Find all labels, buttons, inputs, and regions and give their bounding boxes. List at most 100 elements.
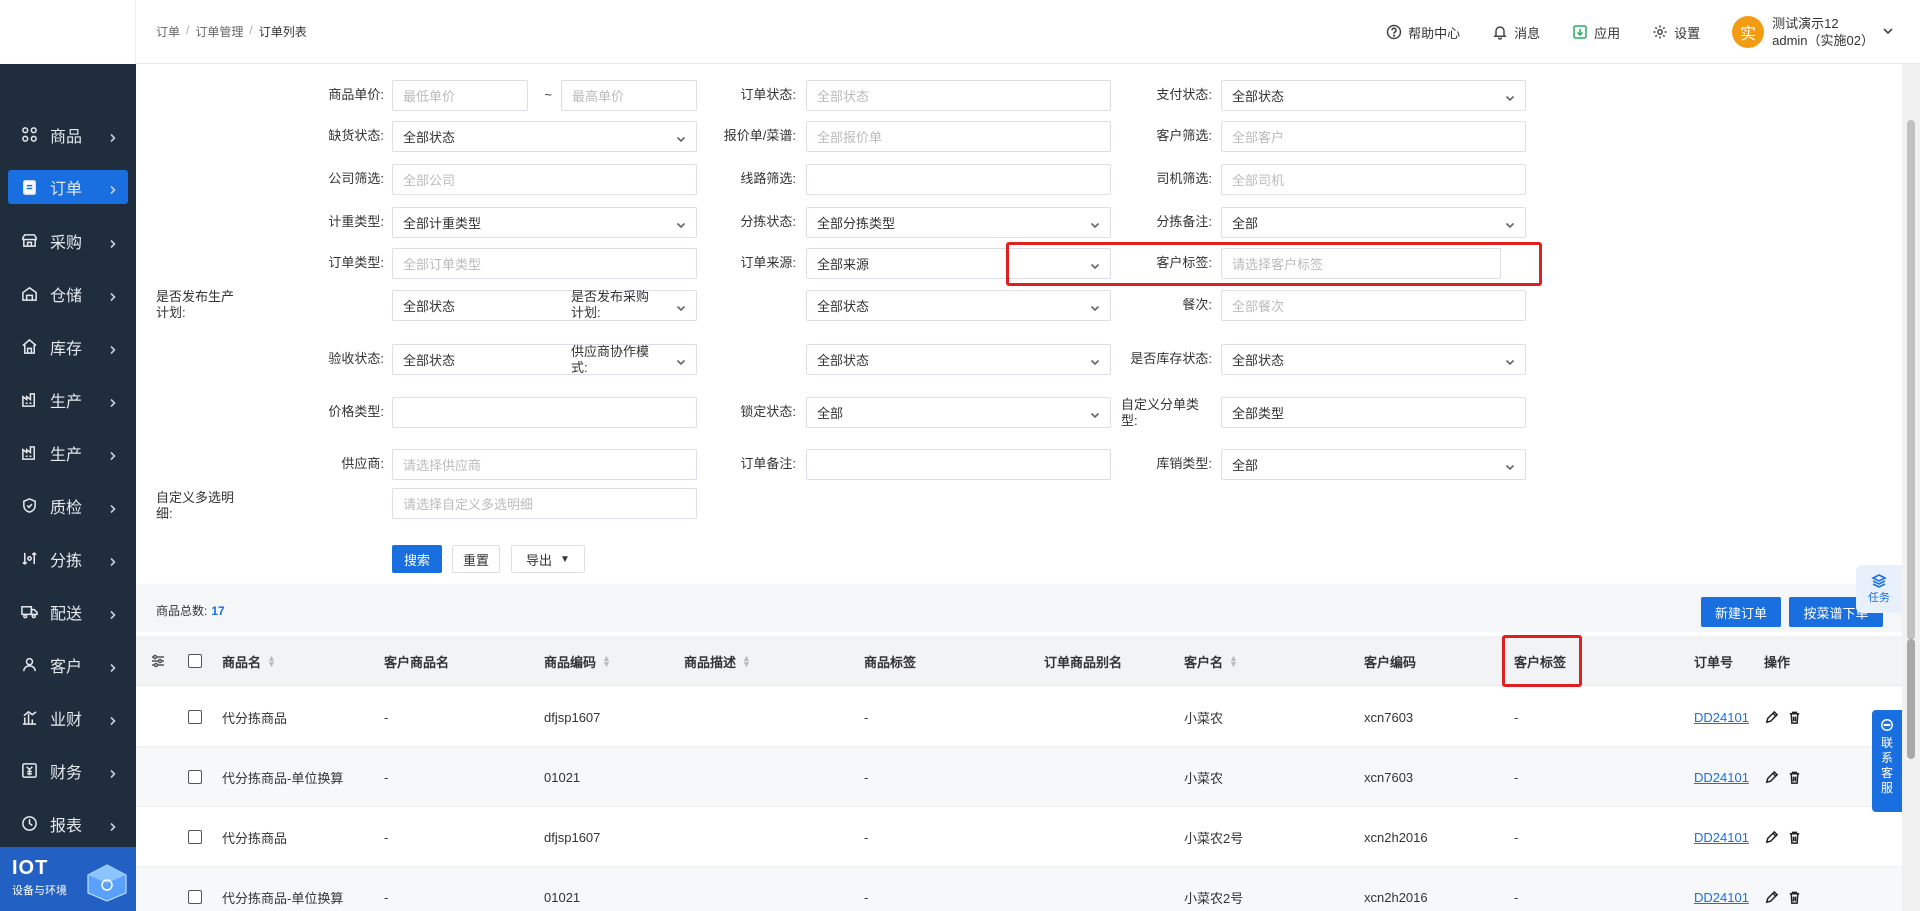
company-filter-input[interactable]: 全部公司	[392, 164, 697, 195]
sidebar-item-8[interactable]: 分拣	[0, 532, 136, 585]
sidebar-item-label: 分拣	[50, 552, 83, 570]
customer-filter-value: 全部客户	[1232, 130, 1285, 145]
trash-icon[interactable]	[1787, 770, 1802, 785]
unit-price-min-input[interactable]: 最低单价	[392, 80, 528, 111]
stockout-select[interactable]: 全部状态	[392, 121, 697, 152]
edit-icon[interactable]	[1764, 770, 1779, 785]
purchase-plan-select[interactable]: 全部状态	[806, 290, 1111, 321]
order-status-input[interactable]: 全部状态	[806, 80, 1111, 111]
quote-input[interactable]: 全部报价单	[806, 121, 1111, 152]
sidebar-item-2[interactable]: 采购	[0, 214, 136, 267]
row-checkbox[interactable]	[188, 770, 202, 784]
help-center-button[interactable]: 帮助中心	[1386, 23, 1460, 42]
edit-icon[interactable]	[1764, 890, 1779, 905]
row-checkbox[interactable]	[188, 710, 202, 724]
trash-icon[interactable]	[1787, 890, 1802, 905]
page-scrollbar[interactable]	[1902, 64, 1920, 911]
iot-banner[interactable]: IOT 设备与环境	[0, 847, 136, 911]
lock-status-select[interactable]: 全部	[806, 397, 1111, 428]
service-char: 系	[1880, 751, 1893, 765]
search-button[interactable]: 搜索	[392, 545, 442, 573]
column-header-0[interactable]: 商品名 ▲ ▼	[222, 636, 276, 686]
sidebar-item-4[interactable]: 库存	[0, 320, 136, 373]
breadcrumb-item-order-management[interactable]: 订单管理	[195, 23, 243, 40]
factory-icon	[20, 391, 38, 409]
user-menu[interactable]: 实 测试演示12 admin（实施02）	[1732, 15, 1894, 49]
stock-sale-type-select[interactable]: 全部	[1221, 449, 1526, 480]
scrollbar-thumb[interactable]	[1907, 120, 1915, 640]
trash-icon[interactable]	[1787, 830, 1802, 845]
table-row[interactable]: 代分拣商品-单位换算 - 01021 - 小菜农 xcn7603 - DD24101	[136, 747, 1902, 807]
export-button[interactable]: 导出 ▼	[511, 545, 585, 573]
settings-label: 设置	[1674, 25, 1701, 41]
service-char: 客	[1880, 766, 1893, 780]
chevron-right-icon	[108, 342, 118, 354]
sidebar-item-5[interactable]: 生产	[0, 373, 136, 426]
supplier-input[interactable]: 请选择供应商	[392, 449, 697, 480]
trash-icon[interactable]	[1787, 710, 1802, 725]
sidebar-item-label: 财务	[50, 764, 83, 782]
column-header-2[interactable]: 商品编码 ▲ ▼	[544, 636, 611, 686]
weigh-type-select[interactable]: 全部计重类型	[392, 207, 697, 238]
row-checkbox[interactable]	[188, 830, 202, 844]
select-all-checkbox[interactable]	[188, 654, 202, 668]
route-filter-input[interactable]	[806, 164, 1111, 195]
sidebar-item-0[interactable]: 商品	[0, 108, 136, 161]
sidebar-item-11[interactable]: 业财	[0, 691, 136, 744]
sidebar-item-10[interactable]: 客户	[0, 638, 136, 691]
column-header-6[interactable]: 客户名 ▲ ▼	[1184, 636, 1238, 686]
column-settings-button[interactable]	[150, 636, 166, 686]
customer-filter-input[interactable]: 全部客户	[1221, 121, 1526, 152]
reset-button-label: 重置	[462, 552, 489, 568]
unit-price-max-input[interactable]: 最高单价	[561, 80, 697, 111]
split-type-input[interactable]: 全部类型	[1221, 397, 1526, 428]
order-note-input[interactable]	[806, 449, 1111, 480]
sort-status-select[interactable]: 全部分拣类型	[806, 207, 1111, 238]
cell-cust-code: xcn7603	[1364, 709, 1414, 725]
cell-cust-tag: -	[1514, 709, 1519, 725]
sidebar-item-6[interactable]: 生产	[0, 426, 136, 479]
acceptance-status-value: 全部状态	[403, 353, 456, 368]
supplier-mode-select[interactable]: 全部状态	[806, 344, 1111, 375]
column-header-3[interactable]: 商品描述 ▲ ▼	[684, 636, 751, 686]
custom-multi-input[interactable]: 请选择自定义多选明细	[392, 488, 697, 519]
company-filter-value: 全部公司	[403, 173, 456, 188]
sidebar-item-12[interactable]: 财务	[0, 744, 136, 797]
table-row[interactable]: 代分拣商品-单位换算 - 01021 - 小菜农2号 xcn2h2016 - DD24101	[136, 867, 1902, 911]
custom-multi-label: 自定义多选明细:	[156, 490, 235, 521]
table-row[interactable]: 代分拣商品 - dfjsp1607 - 小菜农2号 xcn2h2016 - DD24101	[136, 807, 1902, 867]
task-float-button[interactable]: 任务	[1856, 565, 1902, 613]
breadcrumb-item-orders[interactable]: 订单	[156, 23, 180, 40]
sidebar-item-7[interactable]: 质检	[0, 479, 136, 532]
order-number-link[interactable]: DD24101	[1694, 830, 1749, 845]
sidebar-item-3[interactable]: 仓储	[0, 267, 136, 320]
edit-icon[interactable]	[1764, 710, 1779, 725]
reset-button[interactable]: 重置	[452, 545, 500, 573]
order-number-link[interactable]: DD24101	[1694, 890, 1749, 905]
apps-button[interactable]: 应用	[1572, 23, 1620, 42]
row-checkbox[interactable]	[188, 890, 202, 904]
pay-status-select[interactable]: 全部状态	[1221, 80, 1526, 111]
price-type-input[interactable]	[392, 397, 697, 428]
caret-down-icon: ▼	[560, 553, 570, 565]
stock-status-select[interactable]: 全部状态	[1221, 344, 1526, 375]
scrollbar-thumb-secondary[interactable]	[1907, 639, 1915, 759]
table-row[interactable]: 代分拣商品 - dfjsp1607 - 小菜农 xcn7603 - DD24101	[136, 687, 1902, 747]
new-order-button[interactable]: 新建订单	[1701, 597, 1781, 627]
customer-service-button[interactable]: 联 系 客 服	[1872, 710, 1902, 812]
sidebar-item-1[interactable]: 订单	[8, 170, 128, 204]
sort-note-select[interactable]: 全部	[1221, 207, 1526, 238]
meal-input[interactable]: 全部餐次	[1221, 290, 1526, 321]
sidebar-item-9[interactable]: 配送	[0, 585, 136, 638]
chevron-right-icon	[108, 448, 118, 460]
order-number-link[interactable]: DD24101	[1694, 770, 1749, 785]
driver-filter-input[interactable]: 全部司机	[1221, 164, 1526, 195]
edit-icon[interactable]	[1764, 830, 1779, 845]
settings-button[interactable]: 设置	[1652, 23, 1700, 42]
order-number-link[interactable]: DD24101	[1694, 710, 1749, 725]
sidebar-item-13[interactable]: 报表	[0, 797, 136, 850]
sidebar-item-label: 库存	[50, 340, 83, 358]
order-icon	[20, 178, 38, 196]
messages-button[interactable]: 消息	[1492, 23, 1540, 42]
order-type-input[interactable]: 全部订单类型	[392, 248, 697, 279]
